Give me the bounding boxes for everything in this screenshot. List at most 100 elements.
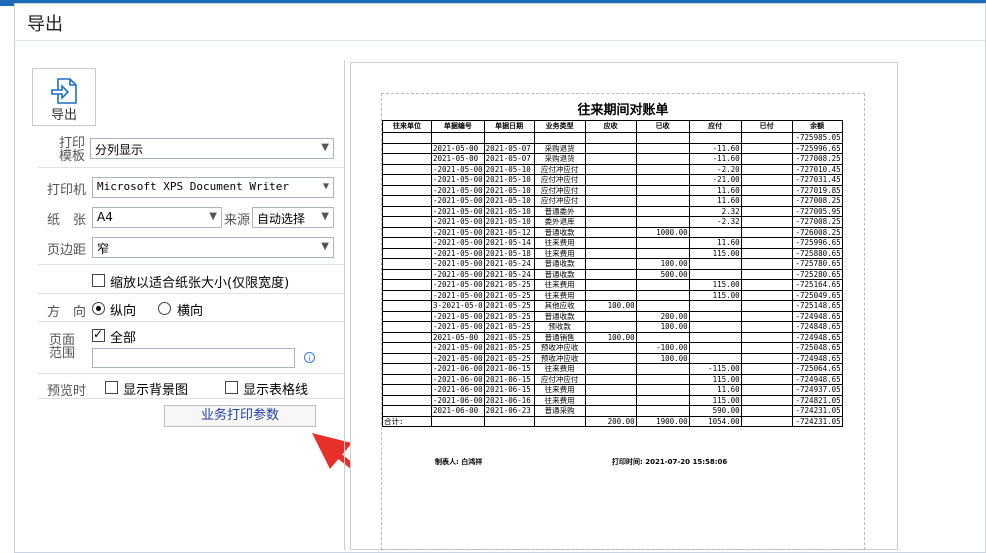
- table-cell: [635, 247, 690, 259]
- table-cell: 2021-05-10: [483, 163, 535, 175]
- paper-select[interactable]: A4 ▼: [92, 207, 222, 228]
- table-cell: -2021-05-00: [431, 289, 485, 301]
- business-print-params-button[interactable]: 业务打印参数: [164, 405, 316, 427]
- table-cell: [584, 310, 637, 322]
- table-cell: [584, 394, 637, 406]
- table-cell: [635, 163, 690, 175]
- table-cell: [740, 289, 793, 301]
- page-range-all-checkbox[interactable]: [92, 327, 105, 342]
- table-cell: 2021-05-12: [483, 226, 535, 238]
- table-cell: -2021-05-00: [431, 310, 485, 322]
- table-cell: 115.00: [688, 279, 742, 291]
- column-header: 已付: [740, 120, 793, 133]
- table-cell: -727008.25: [791, 216, 843, 228]
- table-cell: -2021-05-00: [431, 226, 485, 238]
- table-cell: [533, 132, 586, 144]
- table-cell: -724948.65: [791, 373, 843, 385]
- table-row: -2021-05-00 2021-05-10 普通委外 2.32 -727005.95: [382, 205, 843, 217]
- table-cell: 往来费用: [533, 384, 586, 396]
- table-cell: [688, 331, 742, 343]
- table-cell: [584, 205, 637, 217]
- table-row: -2021-05-00 2021-05-25 往来费用 115.00 -725049.6…: [382, 289, 843, 301]
- show-gridlines-checkbox[interactable]: [225, 381, 238, 394]
- orientation-portrait-label: 纵向: [110, 304, 137, 319]
- table-cell: 2021-05-25: [483, 321, 535, 333]
- divider: [38, 167, 344, 168]
- table-cell: 普通销售: [533, 331, 586, 343]
- table-cell: -100.00: [635, 342, 690, 354]
- table-cell: -2021-05-00: [431, 237, 485, 249]
- template-select-value: 分列显示: [95, 143, 144, 157]
- table-row: 2021-05-00 2021-05-07 采购退货 -11.60 -727008.25: [382, 153, 843, 165]
- total-cell: 1900.00: [635, 415, 690, 427]
- printer-select[interactable]: Microsoft XPS Document Writer ▼: [92, 177, 334, 198]
- table-cell: [584, 279, 637, 291]
- table-cell: [740, 279, 793, 291]
- table-cell: [740, 258, 793, 270]
- table-cell: 100.00: [635, 321, 690, 333]
- divider: [38, 398, 344, 399]
- table-cell: 100.00: [635, 258, 690, 270]
- table-row: -2021-06-00 2021-06-16 往来费用 115.00 -724821.0…: [382, 394, 843, 406]
- table-cell: 2021-06-15: [483, 363, 535, 375]
- table-cell: [584, 174, 637, 186]
- table-cell: 2021-05-07: [483, 142, 535, 154]
- table-cell: 往来费用: [533, 394, 586, 406]
- column-header: 已收: [635, 120, 690, 133]
- table-cell: 预收冲应收: [533, 352, 586, 364]
- table-cell: -724948.65: [791, 331, 843, 343]
- page-range-all-label: 全部: [110, 331, 137, 346]
- table-cell: -725048.65: [791, 342, 843, 354]
- table-row: -2021-06-00 2021-06-15 往来费用 -115.00 -725064.…: [382, 363, 843, 375]
- orientation-landscape-radio[interactable]: [158, 302, 171, 315]
- margin-select[interactable]: 窄 ▼: [92, 237, 334, 258]
- table-cell: -727005.95: [791, 205, 843, 217]
- table-cell: [483, 132, 535, 144]
- table-cell: -21.00: [688, 174, 742, 186]
- table-cell: 2021-05-10: [483, 184, 535, 196]
- table-cell: -724821.05: [791, 394, 843, 406]
- table-cell: [584, 216, 637, 228]
- table-cell: [382, 205, 432, 217]
- fit-paper-checkbox[interactable]: [92, 274, 105, 287]
- table-cell: -11.60: [688, 142, 742, 154]
- export-button-label: 导出: [50, 108, 77, 123]
- reconciliation-table: 往来单位 单据编号 单据日期 业务类型 应收 已收 应付 已付 余额 -725985.05 202…: [382, 120, 843, 427]
- total-cell: [740, 415, 793, 427]
- page-range-input[interactable]: [92, 348, 295, 368]
- table-cell: [382, 226, 432, 238]
- table-cell: [688, 321, 742, 333]
- table-cell: [688, 310, 742, 322]
- table-cell: 2021-05-10: [483, 205, 535, 217]
- orientation-portrait-radio[interactable]: [92, 302, 105, 315]
- table-cell: [382, 289, 432, 301]
- table-cell: [688, 132, 742, 144]
- show-background-checkbox[interactable]: [105, 381, 118, 394]
- table-row: -2021-05-00 2021-05-10 应付冲应付 -2.20 -727010.4…: [382, 163, 843, 175]
- table-cell: [382, 237, 432, 249]
- table-cell: 2021-06-15: [483, 384, 535, 396]
- column-header: 单据编号: [431, 120, 485, 133]
- table-cell: 往来费用: [533, 237, 586, 249]
- table-cell: [688, 352, 742, 364]
- export-button[interactable]: 导出: [32, 68, 96, 126]
- table-cell: 往来费用: [533, 279, 586, 291]
- table-cell: 590.00: [688, 405, 742, 417]
- column-header: 应收: [584, 120, 637, 133]
- table-cell: -2021-05-00: [431, 258, 485, 270]
- table-cell: -726008.25: [791, 226, 843, 238]
- table-cell: [635, 174, 690, 186]
- table-cell: -725996.65: [791, 237, 843, 249]
- table-cell: 2021-05-24: [483, 268, 535, 280]
- table-cell: 2.32: [688, 205, 742, 217]
- table-cell: 应付冲应付: [533, 163, 586, 175]
- divider: [38, 373, 344, 374]
- info-icon[interactable]: i: [304, 352, 315, 363]
- table-cell: [740, 352, 793, 364]
- source-select[interactable]: 自动选择 ▼: [252, 207, 334, 228]
- table-cell: -11.60: [688, 153, 742, 165]
- divider: [38, 321, 344, 322]
- paper-label: 纸 张: [47, 213, 87, 228]
- template-select[interactable]: 分列显示 ▼: [90, 138, 334, 159]
- margin-label: 页边距: [47, 243, 87, 258]
